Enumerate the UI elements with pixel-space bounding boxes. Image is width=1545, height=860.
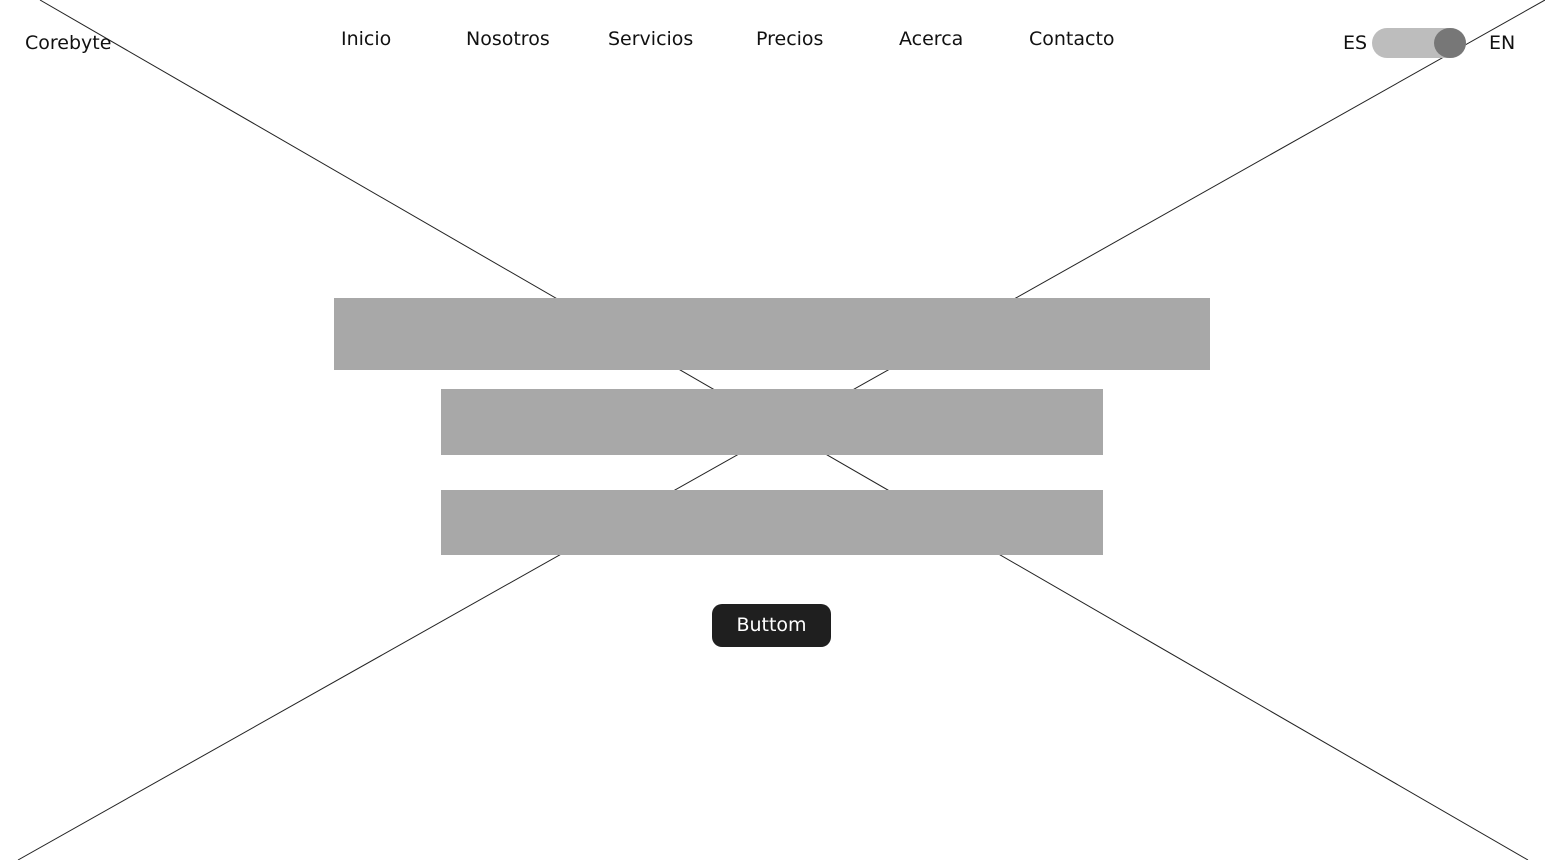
hero-subtitle-placeholder: [441, 389, 1103, 455]
hero-title-placeholder: [334, 298, 1210, 370]
hero-description-placeholder: [441, 490, 1103, 555]
language-en-label[interactable]: EN: [1489, 31, 1515, 55]
nav-item-inicio[interactable]: Inicio: [341, 27, 391, 51]
nav-item-acerca[interactable]: Acerca: [899, 27, 963, 51]
language-toggle[interactable]: [1372, 28, 1466, 58]
brand-logo[interactable]: Corebyte: [25, 31, 111, 55]
nav-item-contacto[interactable]: Contacto: [1029, 27, 1115, 51]
nav-item-nosotros[interactable]: Nosotros: [466, 27, 550, 51]
language-toggle-knob[interactable]: [1434, 28, 1466, 58]
hero-cta-button[interactable]: Buttom: [712, 604, 831, 647]
nav-item-servicios[interactable]: Servicios: [608, 27, 693, 51]
nav-item-precios[interactable]: Precios: [756, 27, 823, 51]
language-es-label[interactable]: ES: [1343, 31, 1367, 55]
